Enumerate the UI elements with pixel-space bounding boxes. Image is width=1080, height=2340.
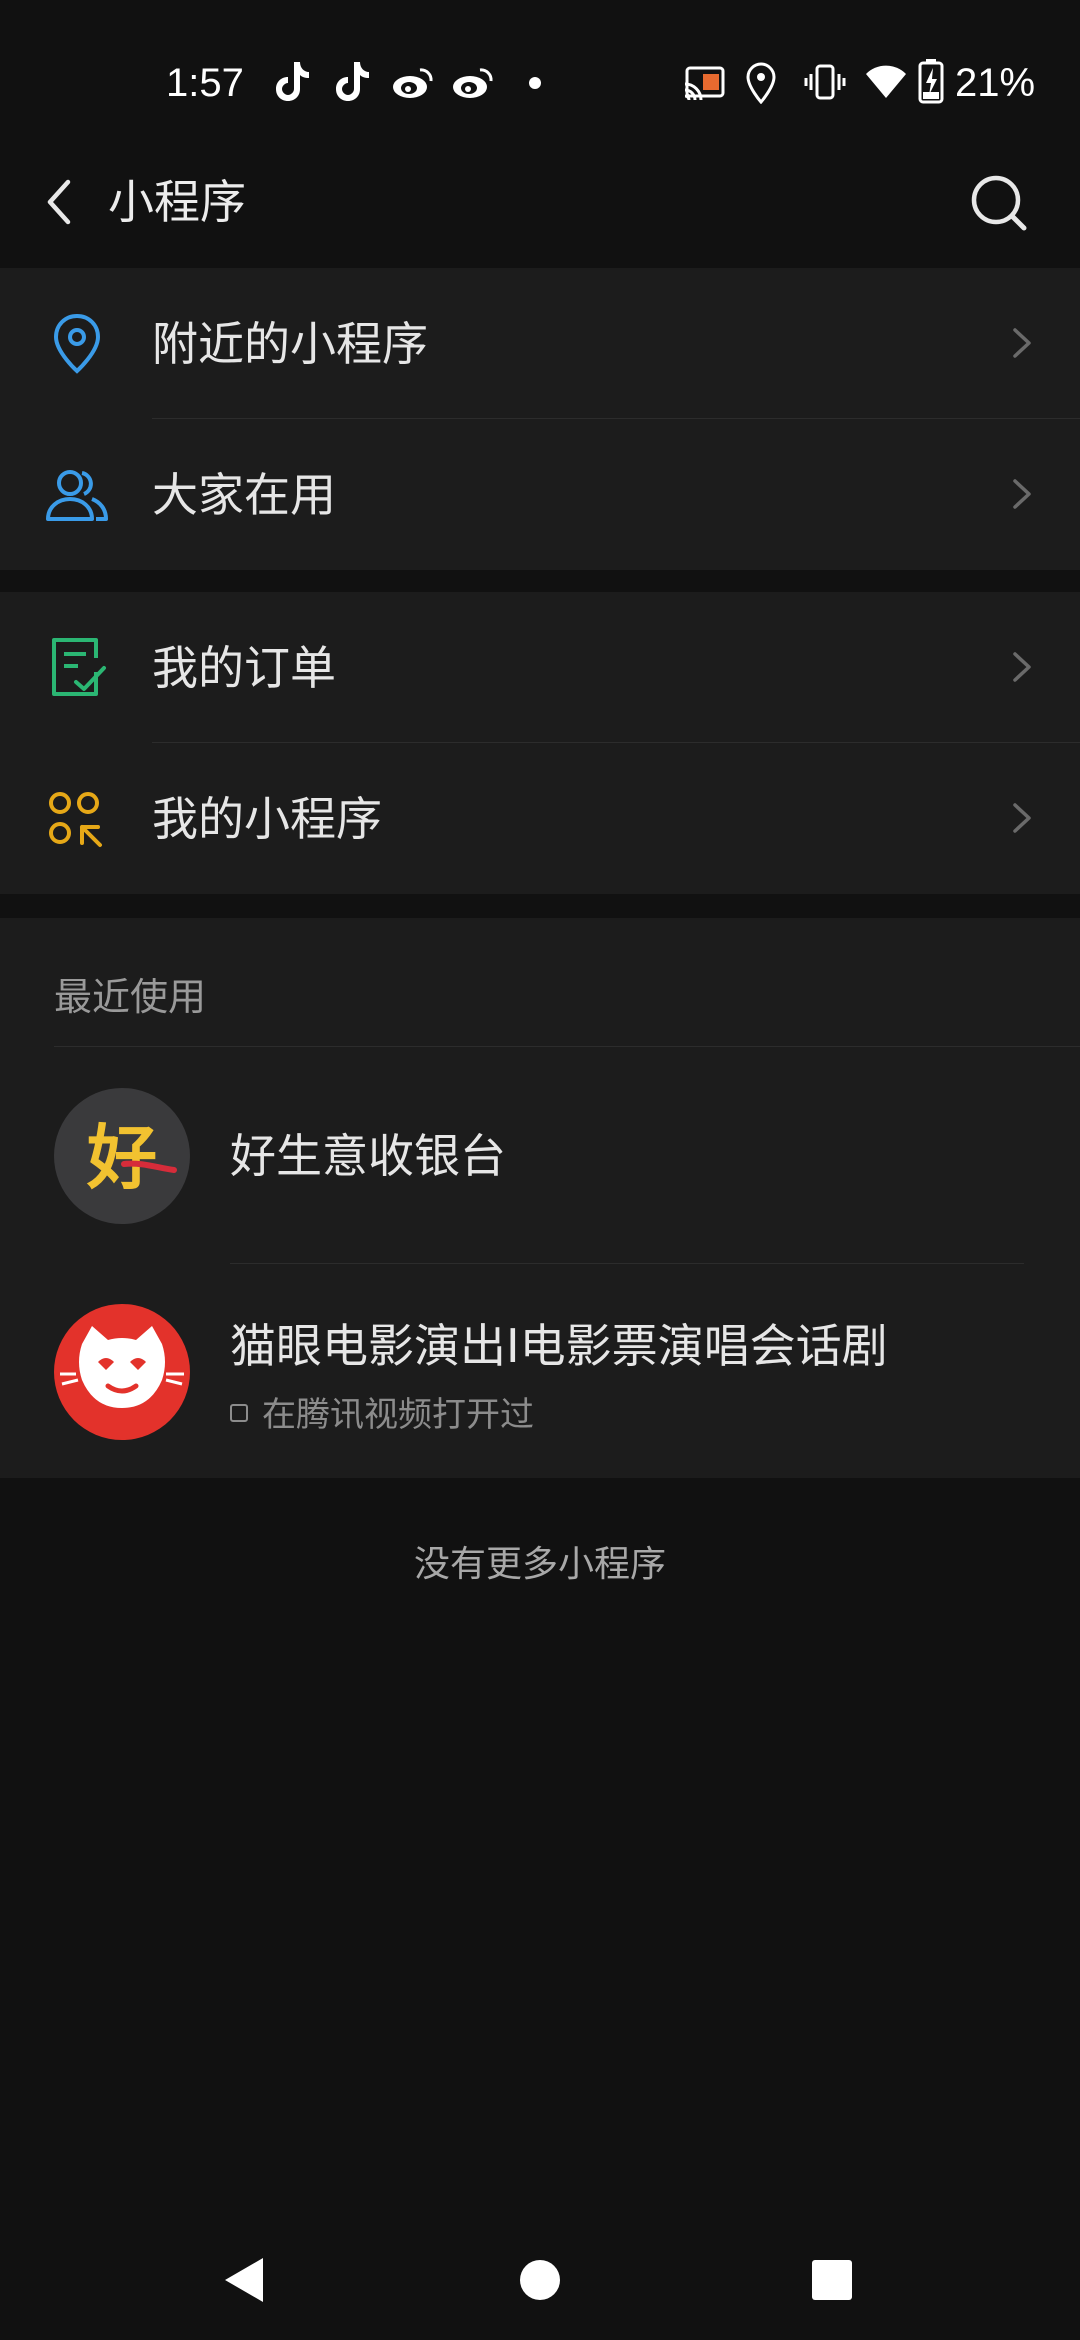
menu-item-popular[interactable]: 大家在用: [0, 419, 1080, 570]
recents-square-icon[interactable]: [792, 2240, 872, 2320]
weibo-icon: [393, 68, 433, 98]
menu-item-nearby-mini-programs[interactable]: 附近的小程序: [0, 268, 1080, 419]
chevron-right-icon: [1013, 328, 1031, 358]
title-bar: 小程序: [0, 140, 1080, 268]
page-title: 小程序: [108, 175, 246, 229]
menu-item-label: 大家在用: [152, 468, 336, 522]
back-arrow-icon[interactable]: [24, 162, 104, 242]
app-subtitle: 在腾讯视频打开过: [230, 1392, 534, 1438]
weibo-icon: [453, 68, 493, 98]
tiktok-icon: [276, 62, 309, 101]
menu-group-mine: 我的订单 我的小程序: [0, 592, 1080, 894]
app-subtitle-text: 在腾讯视频打开过: [262, 1395, 534, 1435]
video-app-icon: [230, 1404, 248, 1422]
people-icon: [46, 470, 108, 521]
menu-item-my-mini-programs[interactable]: 我的小程序: [0, 743, 1080, 894]
home-circle-icon[interactable]: [500, 2240, 580, 2320]
logo-text: 好: [86, 1117, 157, 1199]
chevron-right-icon: [1013, 803, 1031, 833]
location-icon: [746, 62, 776, 104]
menu-item-my-orders[interactable]: 我的订单: [0, 592, 1080, 743]
recent-app-item[interactable]: 猫眼电影演出I电影票演唱会话剧 在腾讯视频打开过: [0, 1264, 1080, 1480]
cast-icon: [684, 66, 725, 100]
vibrate-icon: [804, 64, 846, 100]
order-checklist-icon: [52, 638, 106, 696]
chevron-right-icon: [1013, 479, 1031, 509]
menu-item-label: 我的订单: [152, 641, 336, 695]
tiktok-icon: [336, 62, 369, 101]
back-triangle-icon[interactable]: [205, 2240, 285, 2320]
menu-item-label: 我的小程序: [152, 792, 382, 846]
location-pin-icon: [53, 313, 101, 374]
maoyan-cat-logo: [54, 1304, 190, 1440]
system-nav-bar: [0, 2220, 1080, 2340]
search-icon[interactable]: [960, 164, 1040, 244]
battery-percent: 21%: [955, 61, 1036, 105]
no-more-text: 没有更多小程序: [413, 1544, 666, 1585]
recent-section: 最近使用 好 好生意收银台 猫眼电影演出I电影票演唱会话剧 在腾讯视频打开过: [0, 918, 1080, 1478]
battery-charging-icon: [918, 59, 944, 104]
status-time: 1:57: [166, 61, 244, 105]
menu-item-label: 附近的小程序: [152, 317, 428, 371]
hao-shengyi-logo: 好: [54, 1088, 190, 1224]
wifi-icon: [866, 65, 906, 98]
recent-header: 最近使用: [54, 975, 207, 1019]
app-name: 好生意收银台: [230, 1129, 506, 1183]
app-name: 猫眼电影演出I电影票演唱会话剧: [230, 1319, 888, 1373]
menu-group-discover: 附近的小程序 大家在用: [0, 268, 1080, 570]
dot-icon: [529, 77, 541, 89]
divider: [54, 1046, 1080, 1047]
apps-grid-icon: [49, 792, 102, 847]
recent-app-item[interactable]: 好 好生意收银台: [0, 1048, 1080, 1264]
chevron-right-icon: [1013, 652, 1031, 682]
